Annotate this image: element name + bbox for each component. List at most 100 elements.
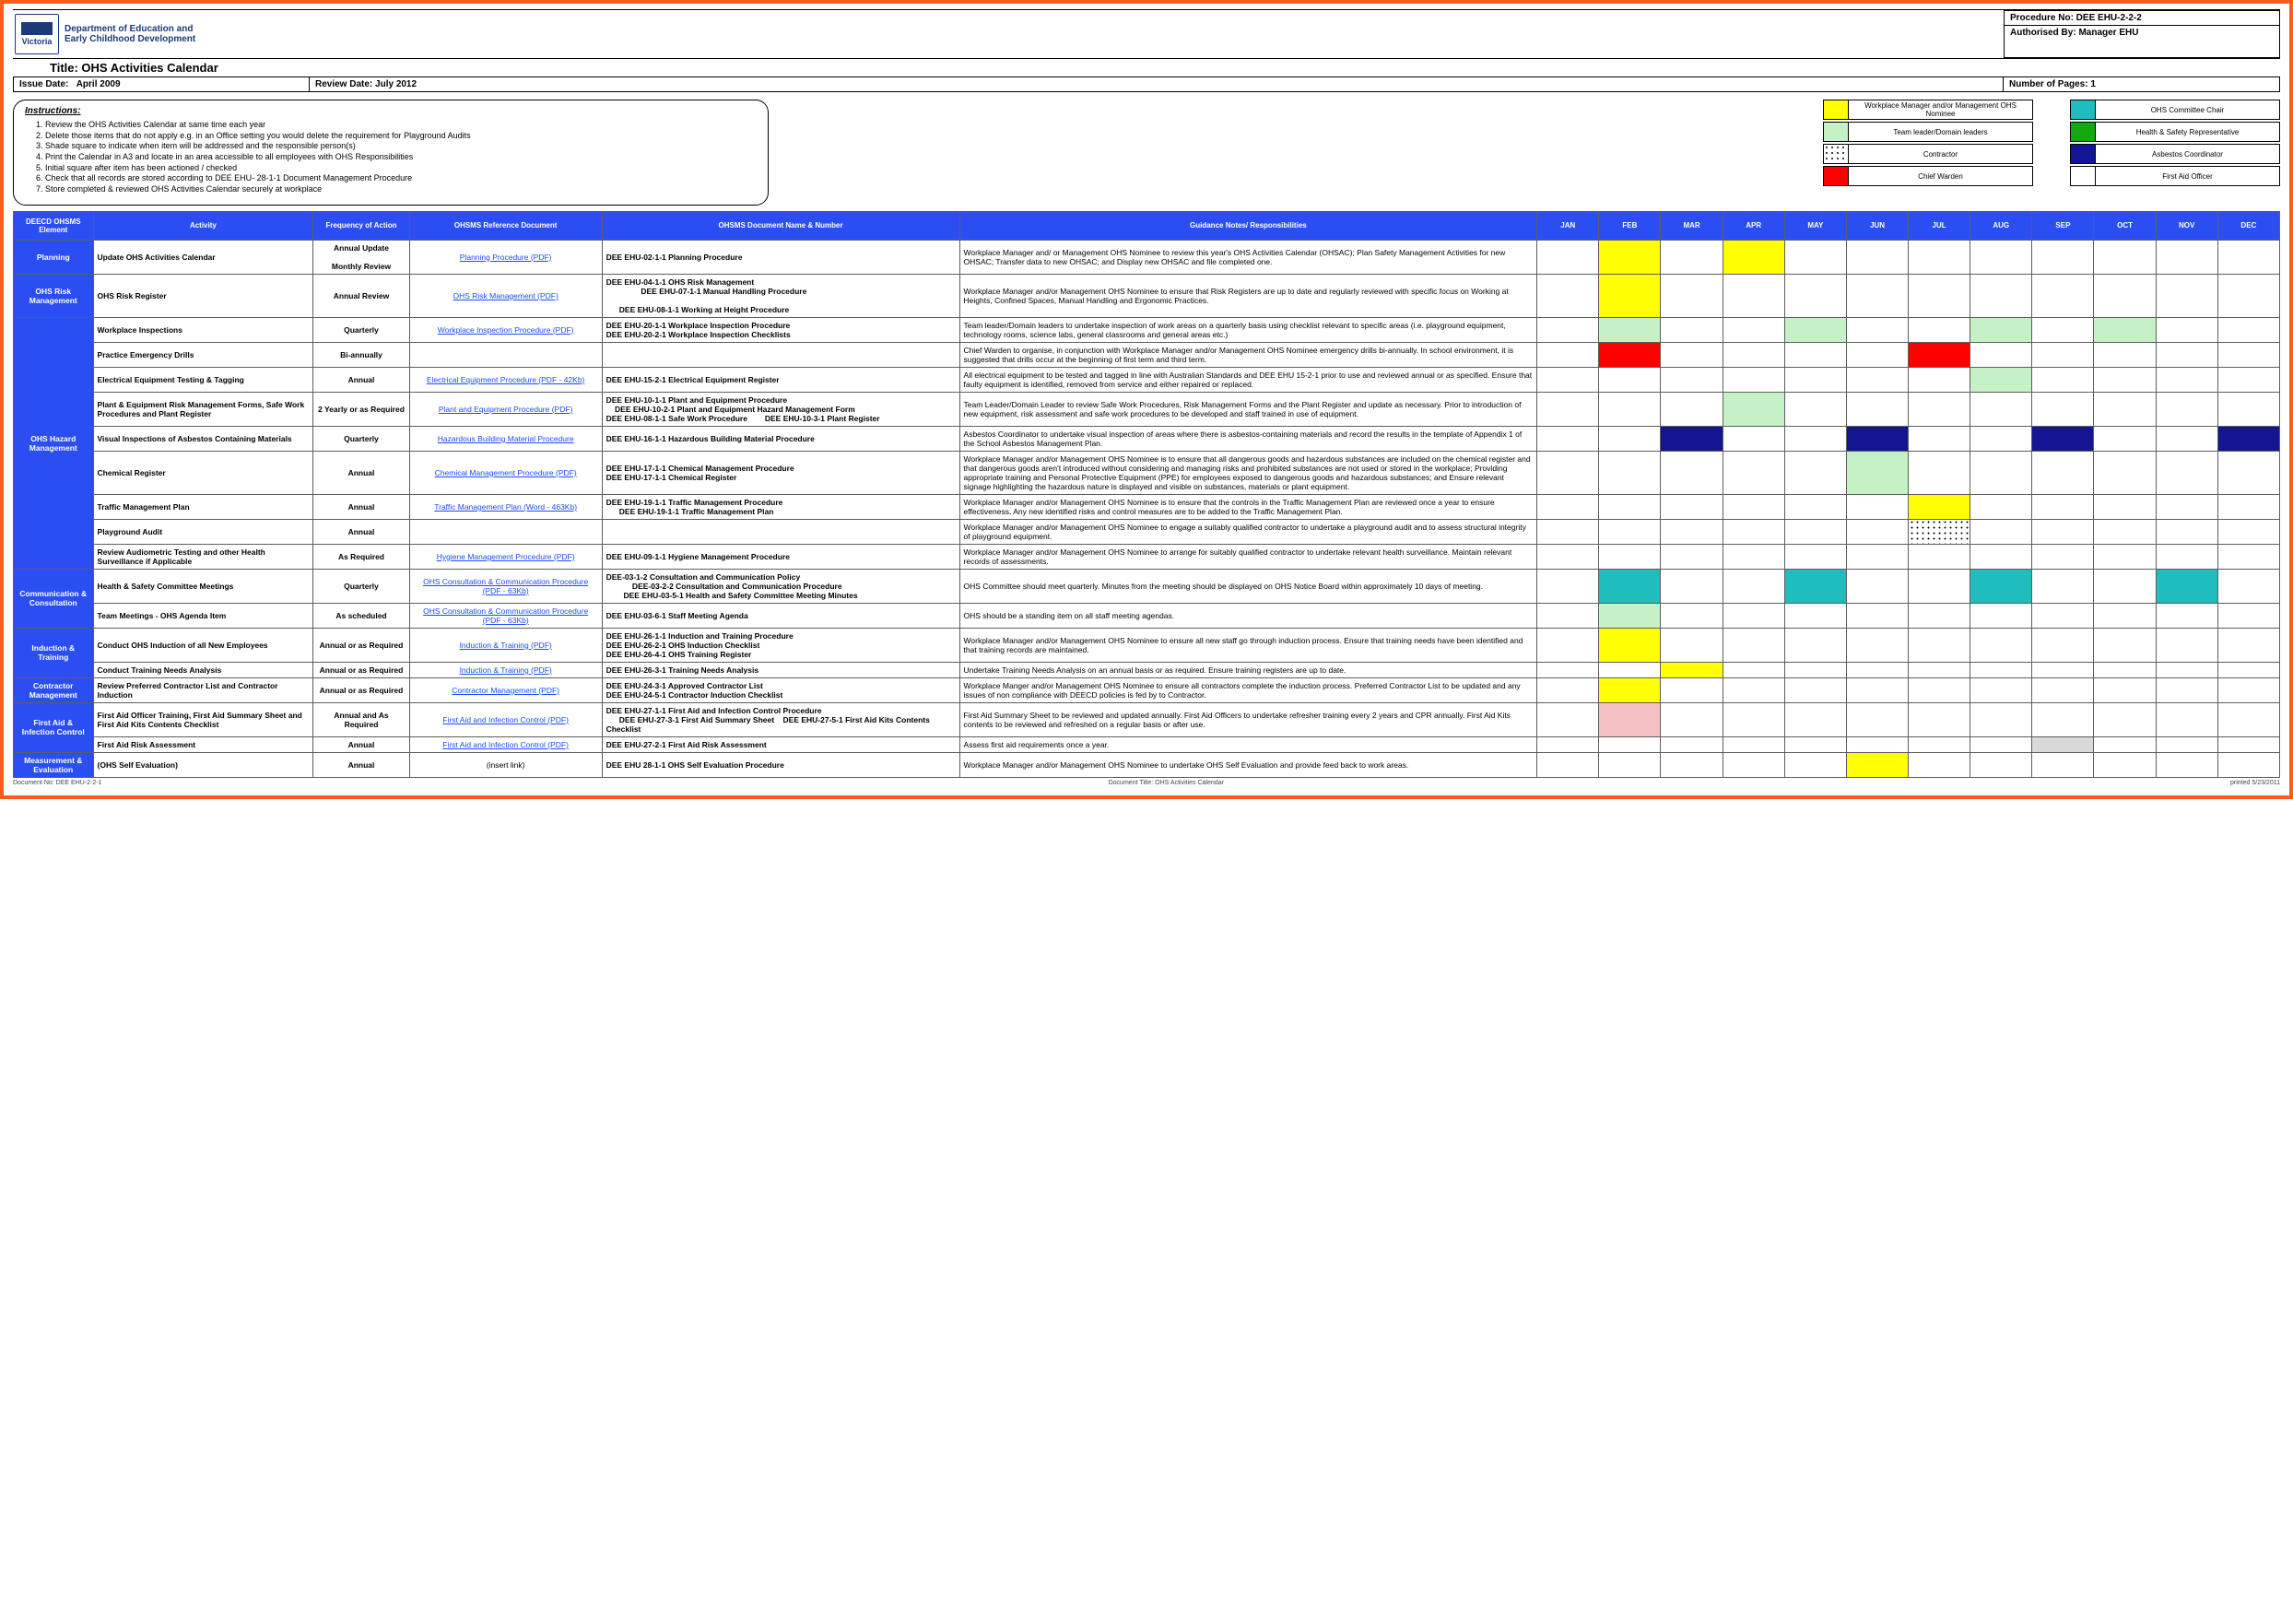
month-cell (1970, 736, 2032, 752)
docno-cell: DEE EHU-19-1-1 Traffic Management Proced… (602, 494, 959, 519)
table-row: Electrical Equipment Testing & TaggingAn… (14, 367, 2280, 392)
month-cell (2217, 752, 2279, 777)
reference-link[interactable]: Traffic Management Plan (Word - 463Kb) (434, 502, 577, 512)
month-cell (1846, 426, 1908, 451)
month-header: AUG (1970, 211, 2032, 240)
docno-cell: DEE EHU 28-1-1 OHS Self Evaluation Proce… (602, 752, 959, 777)
month-cell (1846, 569, 1908, 603)
guidance-cell: Team Leader/Domain Leader to review Safe… (959, 392, 1537, 426)
frequency-cell: Quarterly (313, 426, 409, 451)
table-row: First Aid Risk AssessmentAnnualFirst Aid… (14, 736, 2280, 752)
docno-cell: DEE EHU-17-1-1 Chemical Management Proce… (602, 451, 959, 494)
month-cell (1599, 736, 1661, 752)
activity-cell: (OHS Self Evaluation) (93, 752, 313, 777)
month-cell (1846, 752, 1908, 777)
reference-link[interactable]: OHS Consultation & Communication Procedu… (423, 577, 588, 595)
reference-link[interactable]: OHS Risk Management (PDF) (453, 291, 558, 300)
legend-swatch (2070, 100, 2096, 120)
month-cell (1599, 392, 1661, 426)
month-header: JUL (1909, 211, 1970, 240)
reference-link[interactable]: Electrical Equipment Procedure (PDF - 42… (427, 375, 585, 384)
instructions-list: Review the OHS Activities Calendar at sa… (45, 120, 757, 195)
reference-cell: First Aid and Infection Control (PDF) (409, 702, 602, 736)
reference-link[interactable]: First Aid and Infection Control (PDF) (442, 715, 569, 724)
authorised-by: Authorised By: Manager EHU (2005, 25, 2279, 40)
reference-link[interactable]: Workplace Inspection Procedure (PDF) (438, 325, 574, 335)
month-cell (1537, 274, 1599, 317)
guidance-cell: Assess first aid requirements once a yea… (959, 736, 1537, 752)
element-cell: OHS Risk Management (14, 274, 94, 317)
month-cell (1909, 677, 1970, 702)
month-cell (2156, 677, 2217, 702)
month-cell (1723, 603, 1784, 628)
month-cell (2217, 367, 2279, 392)
reference-link[interactable]: Hygiene Management Procedure (PDF) (437, 552, 575, 561)
month-cell (2094, 519, 2156, 544)
docno-cell (602, 519, 959, 544)
activity-cell: Health & Safety Committee Meetings (93, 569, 313, 603)
month-cell (2094, 603, 2156, 628)
month-cell (2094, 426, 2156, 451)
reference-link[interactable]: Induction & Training (PDF) (460, 641, 552, 650)
col-header: DEECD OHSMS Element (14, 211, 94, 240)
frequency-cell: Bi-annually (313, 342, 409, 367)
legend-item: OHS Committee Chair (2070, 100, 2280, 120)
month-cell (1970, 603, 2032, 628)
table-row: First Aid & Infection ControlFirst Aid O… (14, 702, 2280, 736)
month-cell (1909, 603, 1970, 628)
month-cell (1784, 392, 1846, 426)
month-cell (1599, 603, 1661, 628)
reference-link[interactable]: Planning Procedure (PDF) (460, 253, 552, 262)
legend-label: Chief Warden (1849, 166, 2033, 186)
month-header: MAY (1784, 211, 1846, 240)
reference-link[interactable]: Contractor Management (PDF) (452, 686, 559, 695)
reference-link[interactable]: Induction & Training (PDF) (460, 665, 552, 675)
month-cell (1661, 628, 1723, 662)
month-cell (1661, 662, 1723, 677)
element-cell: Induction & Training (14, 628, 94, 677)
legend-item: First Aid Officer (2070, 166, 2280, 186)
month-cell (1661, 240, 1723, 274)
reference-link[interactable]: Plant and Equipment Procedure (PDF) (439, 405, 573, 414)
month-cell (1599, 317, 1661, 342)
month-cell (2094, 367, 2156, 392)
table-row: Playground AuditAnnualWorkplace Manager … (14, 519, 2280, 544)
guidance-cell: Workplace Manager and/or Management OHS … (959, 494, 1537, 519)
guidance-cell: Asbestos Coordinator to undertake visual… (959, 426, 1537, 451)
page-header: Victoria Department of Education and Ear… (13, 9, 2280, 76)
reference-cell: Induction & Training (PDF) (409, 662, 602, 677)
reference-link[interactable]: Hazardous Building Material Procedure (438, 434, 574, 443)
month-cell (2032, 342, 2094, 367)
month-cell (1846, 392, 1908, 426)
reference-link[interactable]: Chemical Management Procedure (PDF) (435, 468, 577, 477)
month-cell (2217, 519, 2279, 544)
month-cell (1846, 240, 1908, 274)
month-cell (1661, 274, 1723, 317)
frequency-cell: Annual or as Required (313, 628, 409, 662)
month-cell (1537, 494, 1599, 519)
reference-cell: OHS Consultation & Communication Procedu… (409, 603, 602, 628)
month-cell (1784, 342, 1846, 367)
reference-link[interactable]: First Aid and Infection Control (PDF) (442, 740, 569, 749)
month-cell (1909, 519, 1970, 544)
reference-link[interactable]: OHS Consultation & Communication Procedu… (423, 606, 588, 625)
guidance-cell: First Aid Summary Sheet to be reviewed a… (959, 702, 1537, 736)
month-header: FEB (1599, 211, 1661, 240)
month-cell (2094, 752, 2156, 777)
table-row: Visual Inspections of Asbestos Containin… (14, 426, 2280, 451)
month-cell (1970, 274, 2032, 317)
month-cell (2217, 628, 2279, 662)
month-cell (1537, 317, 1599, 342)
month-cell (1846, 451, 1908, 494)
month-header: NOV (2156, 211, 2217, 240)
docno-cell: DEE EHU-27-1-1 First Aid and Infection C… (602, 702, 959, 736)
month-cell (2156, 628, 2217, 662)
month-cell (1661, 702, 1723, 736)
table-row: Practice Emergency DrillsBi-annuallyChie… (14, 342, 2280, 367)
month-cell (1784, 494, 1846, 519)
month-cell (1537, 569, 1599, 603)
month-cell (2156, 392, 2217, 426)
guidance-cell: All electrical equipment to be tested an… (959, 367, 1537, 392)
month-cell (2217, 240, 2279, 274)
month-cell (1970, 494, 2032, 519)
